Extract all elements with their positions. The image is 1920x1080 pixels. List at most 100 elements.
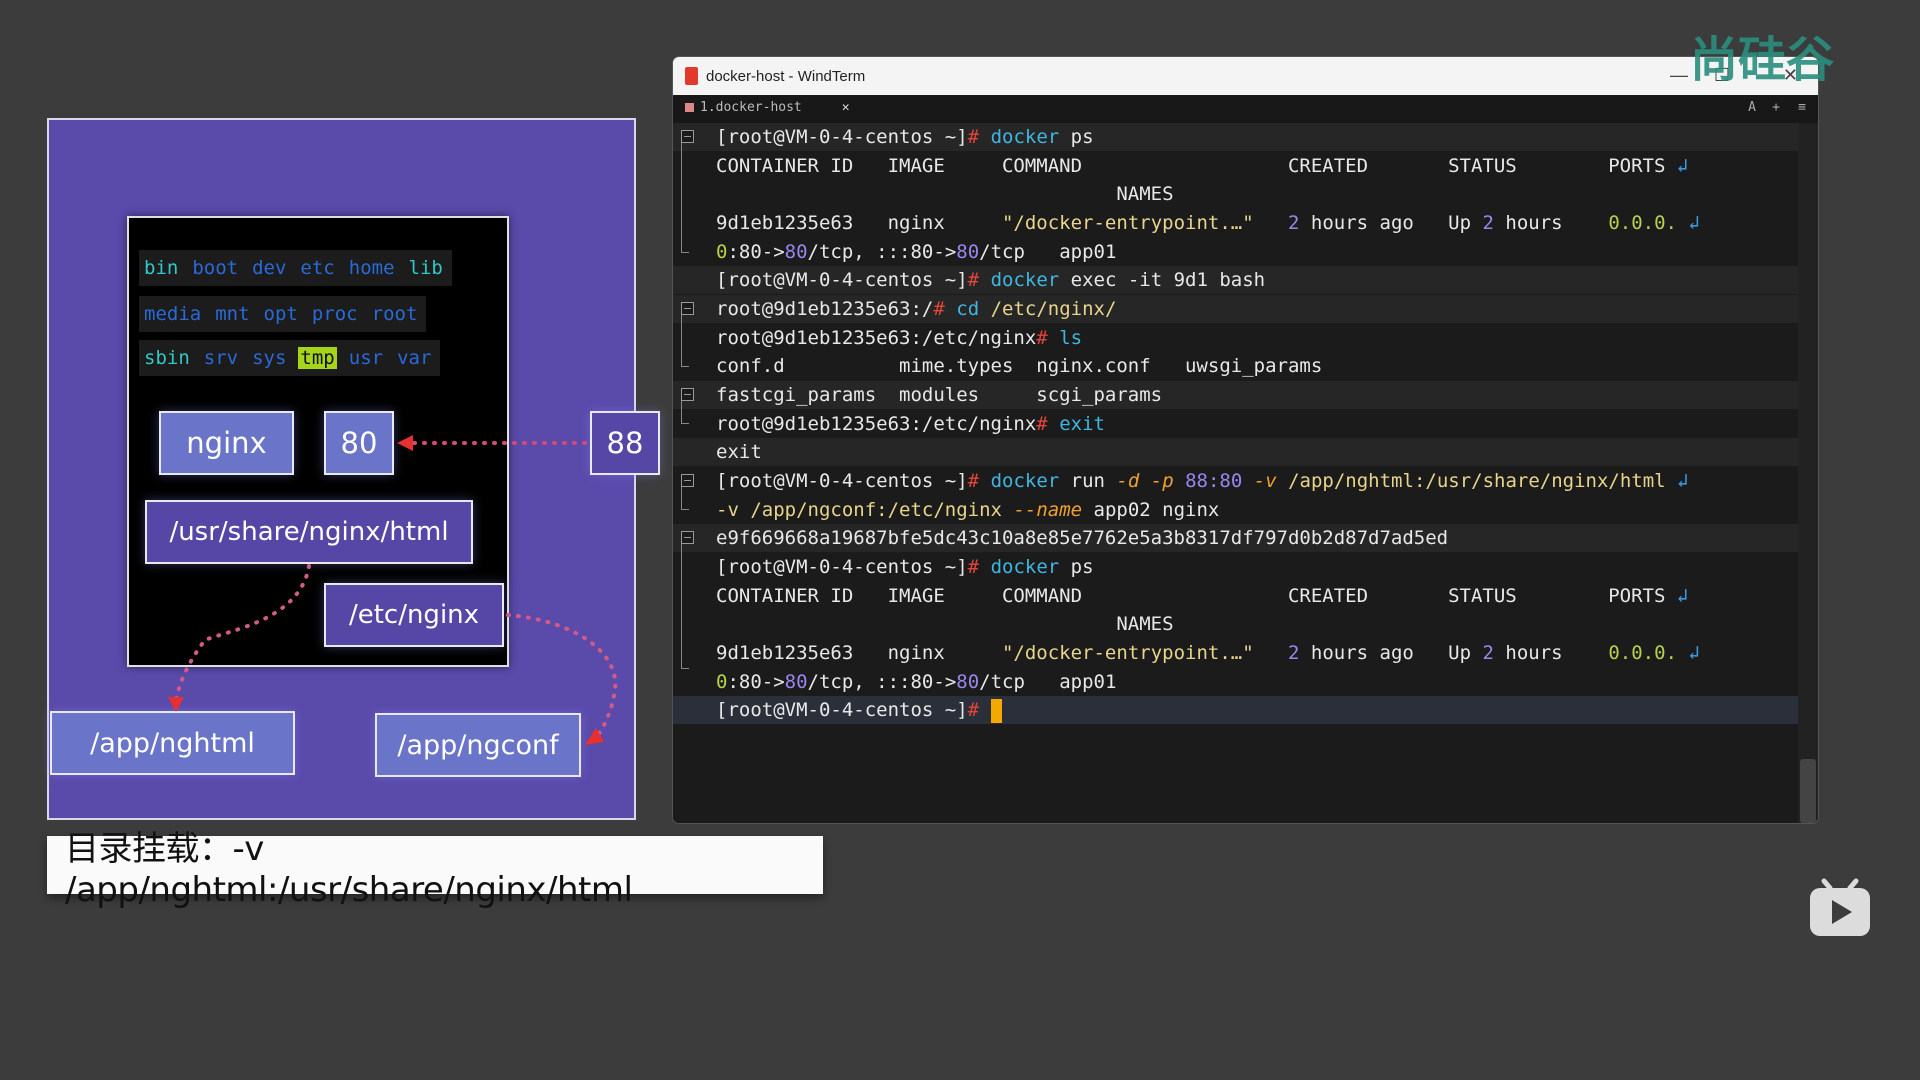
fold-guide bbox=[681, 538, 696, 668]
prompt: [root@VM-0-4-centos ~] bbox=[716, 556, 968, 578]
fold-toggle-icon[interactable] bbox=[681, 474, 694, 487]
ps-header-names: NAMES bbox=[716, 613, 1174, 635]
wrap-icon: ↲ bbox=[1688, 212, 1700, 234]
ls-output: fastcgi_params modules scgi_params bbox=[716, 384, 1163, 406]
mapping-arrows bbox=[168, 435, 618, 745]
ports-cont: :80-> bbox=[727, 671, 785, 693]
terminal-line: conf.d mime.types nginx.conf uwsgi_param… bbox=[716, 352, 1322, 380]
prompt: root@9d1eb1235e63:/etc/nginx bbox=[716, 327, 1037, 349]
terminal-line: NAMES bbox=[716, 180, 1174, 208]
terminal-line: 0:80->80/tcp, :::80->80/tcp app01 bbox=[716, 238, 1116, 266]
ps-row-status-rest: hours bbox=[1493, 642, 1563, 664]
terminal-line: 9d1eb1235e63 nginx "/docker-entrypoint.…… bbox=[716, 639, 1700, 667]
ps-row-id-image: 9d1eb1235e63 nginx bbox=[716, 642, 1002, 664]
terminal-line: -v /app/ngconf:/etc/nginx --name app02 n… bbox=[716, 496, 1219, 524]
ps-header: CONTAINER ID IMAGE COMMAND CREATED STATU… bbox=[716, 585, 1666, 607]
terminal-line: e9f669668a19687bfe5dc43c10a8e85e7762e5a3… bbox=[716, 524, 1448, 552]
terminal-line: [root@VM-0-4-centos ~]# docker ps bbox=[716, 123, 1094, 151]
minimize-button[interactable]: — bbox=[1670, 65, 1688, 86]
command-args: ps bbox=[1059, 556, 1094, 578]
terminal-line: exit bbox=[716, 438, 762, 466]
ps-row-id-image: 9d1eb1235e63 nginx bbox=[716, 212, 1002, 234]
ports-cont-names: /tcp app01 bbox=[979, 671, 1117, 693]
ps-row-status-num: 2 bbox=[1482, 212, 1494, 234]
ps-row-created: hours ago bbox=[1299, 642, 1414, 664]
terminal-line: [root@VM-0-4-centos ~]# docker run -d -p… bbox=[716, 467, 1689, 495]
scrollbar-thumb[interactable] bbox=[1800, 759, 1816, 823]
menu-icon[interactable]: ≡ bbox=[1798, 100, 1806, 115]
ps-row-ports: 0.0.0. bbox=[1608, 642, 1677, 664]
command-args: exec -it 9d1 bash bbox=[1059, 269, 1266, 291]
prompt-hash: # bbox=[1036, 413, 1048, 435]
fold-toggle-icon[interactable] bbox=[681, 130, 694, 143]
fold-end bbox=[681, 252, 689, 253]
windterm-app-icon bbox=[685, 67, 698, 85]
prompt-hash: # bbox=[933, 298, 945, 320]
tab-label: 1.docker-host bbox=[700, 100, 802, 115]
fold-toggle-icon[interactable] bbox=[681, 302, 694, 315]
container-id-output: e9f669668a19687bfe5dc43c10a8e85e7762e5a3… bbox=[716, 527, 1449, 549]
ls-output: conf.d mime.types nginx.conf uwsgi_param… bbox=[716, 355, 1323, 377]
prompt: root@9d1eb1235e63:/ bbox=[716, 298, 934, 320]
ps-header-names: NAMES bbox=[716, 183, 1174, 205]
prompt: [root@VM-0-4-centos ~] bbox=[716, 470, 968, 492]
prompt: [root@VM-0-4-centos ~] bbox=[716, 126, 968, 148]
terminal-output[interactable]: [root@VM-0-4-centos ~]# docker ps CONTAI… bbox=[673, 123, 1798, 823]
ports-cont: 80 bbox=[784, 241, 808, 263]
command-path: /etc/nginx/ bbox=[979, 298, 1117, 320]
ps-row-command: "/docker-entrypoint.…" bbox=[1001, 212, 1254, 234]
ports-cont-names: /tcp app01 bbox=[979, 241, 1117, 263]
prompt-hash: # bbox=[967, 269, 980, 291]
ps-row-status: Up bbox=[1448, 642, 1483, 664]
fold-end bbox=[681, 509, 689, 510]
exit-output: exit bbox=[716, 441, 762, 463]
fold-toggle-icon[interactable] bbox=[681, 531, 694, 544]
command-cd: cd bbox=[956, 298, 980, 320]
bilibili-tv-icon[interactable] bbox=[1808, 878, 1872, 938]
command-args: ps bbox=[1059, 126, 1094, 148]
ps-row-created-num: 2 bbox=[1287, 642, 1300, 664]
wrap-icon: ↲ bbox=[1688, 642, 1700, 664]
command-docker: docker bbox=[990, 556, 1060, 578]
terminal-line: 0:80->80/tcp, :::80->80/tcp app01 bbox=[716, 668, 1116, 696]
watermark-logo: 尚硅谷 bbox=[1690, 34, 1835, 87]
ports-cont: 80 bbox=[784, 671, 808, 693]
terminal-line: root@9d1eb1235e63:/etc/nginx# ls bbox=[716, 324, 1082, 352]
tab-bar: 1.docker-host ✕ A + ≡ bbox=[673, 95, 1818, 123]
tab-close-icon[interactable]: ✕ bbox=[842, 100, 850, 115]
ps-row-command: "/docker-entrypoint.…" bbox=[1001, 642, 1254, 664]
prompt: root@9d1eb1235e63:/etc/nginx bbox=[716, 413, 1037, 435]
font-tool-icon[interactable]: A bbox=[1748, 100, 1756, 115]
ps-row-created-num: 2 bbox=[1287, 212, 1300, 234]
command-docker: docker bbox=[990, 126, 1060, 148]
scrollbar[interactable] bbox=[1798, 123, 1818, 823]
ports-cont: 0 bbox=[716, 671, 728, 693]
ports-cont: :80-> bbox=[727, 241, 785, 263]
port-mapping: 88:80 bbox=[1185, 470, 1243, 492]
fold-toggle-icon[interactable] bbox=[681, 388, 694, 401]
ports-cont: /tcp, :::80-> bbox=[807, 671, 957, 693]
ports-cont: 0 bbox=[716, 241, 728, 263]
new-tab-icon[interactable]: + bbox=[1772, 100, 1780, 115]
flag-p: -p bbox=[1150, 470, 1174, 492]
tab-status-icon bbox=[685, 103, 694, 112]
prompt-hash: # bbox=[967, 126, 980, 148]
command-tail: app02 nginx bbox=[1082, 499, 1220, 521]
ps-row-created: hours ago bbox=[1299, 212, 1414, 234]
terminal-line: CONTAINER ID IMAGE COMMAND CREATED STATU… bbox=[716, 152, 1688, 180]
prompt: [root@VM-0-4-centos ~] bbox=[716, 699, 968, 721]
terminal-line: CONTAINER ID IMAGE COMMAND CREATED STATU… bbox=[716, 582, 1688, 610]
volume-conf: -v /app/ngconf:/etc/nginx bbox=[716, 499, 1002, 521]
window-title: docker-host - WindTerm bbox=[706, 67, 866, 85]
ps-row-status-num: 2 bbox=[1482, 642, 1494, 664]
conf-arrow-head bbox=[585, 728, 604, 745]
port-arrow-head bbox=[397, 435, 413, 451]
terminal-line: [root@VM-0-4-centos ~]# docker exec -it … bbox=[716, 266, 1265, 294]
prompt-hash: # bbox=[1036, 327, 1048, 349]
fold-end bbox=[681, 423, 689, 424]
prompt: [root@VM-0-4-centos ~] bbox=[716, 269, 968, 291]
terminal-line: NAMES bbox=[716, 610, 1174, 638]
tab-docker-host[interactable]: 1.docker-host ✕ bbox=[685, 100, 850, 115]
html-mount-line bbox=[174, 564, 311, 702]
title-bar[interactable]: docker-host - WindTerm — ☐ ✕ bbox=[673, 57, 1818, 95]
